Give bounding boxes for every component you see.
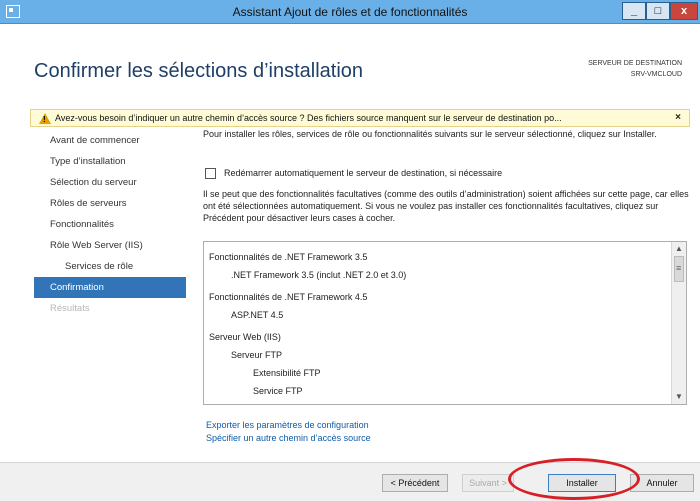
install-highlight-annotation [508,458,640,500]
source-path-warning[interactable]: ! Avez-vous besoin d’indiquer un autre c… [30,109,690,127]
list-item: Fonctionnalités de .NET Framework 4.5 [209,292,368,302]
list-scrollbar[interactable]: ▲ ▼ [671,242,686,404]
destination-server-info: SERVEUR DE DESTINATION SRV-VMCLOUD [588,58,682,80]
warning-glyph: ! [43,115,46,124]
nav-before-you-begin[interactable]: Avant de commencer [34,130,186,151]
close-button[interactable]: x [670,2,698,20]
nav-web-server-role[interactable]: Rôle Web Server (IIS) [34,235,186,256]
list-item: Fonctionnalités de .NET Framework 3.5 [209,252,368,262]
intro-text: Pour installer les rôles, services de rô… [203,129,657,139]
nav-results: Résultats [50,303,90,314]
nav-confirmation[interactable]: Confirmation [34,277,186,298]
page-title: Confirmer les sélections d’installation [34,60,364,82]
selection-list-items: Fonctionnalités de .NET Framework 3.5 .N… [209,248,668,400]
warning-close-icon[interactable]: × [675,112,681,123]
previous-button[interactable]: < Précédent [382,474,448,492]
restart-checkbox-label[interactable]: Redémarrer automatiquement le serveur de… [224,168,502,178]
export-config-link[interactable]: Exporter les paramètres de configuration [206,420,369,430]
wizard-steps-nav: Avant de commencer Type d’installation S… [34,130,186,319]
nav-role-services[interactable]: Services de rôle [34,256,186,277]
title-bar: Assistant Ajout de rôles et de fonctionn… [0,0,700,24]
minimize-button[interactable]: _ [622,2,646,20]
list-item: Serveur FTP [231,350,283,360]
list-item: Serveur Web (IIS) [209,332,281,342]
warning-text[interactable]: Avez-vous besoin d’indiquer un autre che… [55,113,562,123]
destination-label: SERVEUR DE DESTINATION [588,60,682,67]
window-title: Assistant Ajout de rôles et de fonctionn… [232,5,468,19]
alternate-source-link[interactable]: Spécifier un autre chemin d’accès source [206,433,371,443]
next-button: Suivant > [462,474,514,492]
nav-installation-type[interactable]: Type d’installation [34,151,186,172]
list-item: .NET Framework 3.5 (inclut .NET 2.0 et 3… [231,270,407,280]
nav-server-roles[interactable]: Rôles de serveurs [34,193,186,214]
nav-server-selection[interactable]: Sélection du serveur [34,172,186,193]
optional-features-note: Il se peut que des fonctionnalités facul… [203,189,689,223]
scroll-up-icon[interactable]: ▲ [672,242,686,256]
list-item: Extensibilité FTP [253,368,321,378]
list-item: ASP.NET 4.5 [231,310,284,320]
scroll-thumb[interactable] [674,256,684,282]
nav-features[interactable]: Fonctionnalités [34,214,186,235]
scroll-down-icon[interactable]: ▼ [672,390,686,404]
destination-server-name: SRV-VMCLOUD [630,71,682,78]
maximize-button[interactable]: □ [646,2,670,20]
selection-list[interactable]: Fonctionnalités de .NET Framework 3.5 .N… [203,241,687,405]
warning-icon: ! [39,113,51,124]
list-item: Service FTP [253,386,303,396]
restart-checkbox[interactable] [205,168,216,179]
